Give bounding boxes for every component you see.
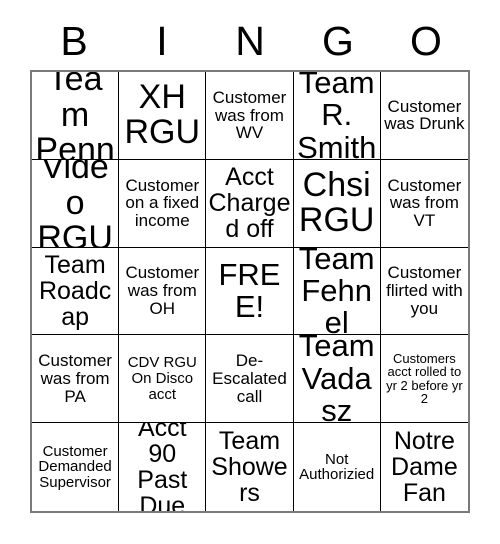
bingo-cell-label: Customer on a fixed income — [125, 175, 200, 231]
bingo-cell-label: Acct 90 Past Due — [137, 423, 188, 511]
bingo-cell[interactable]: Customers acct rolled to yr 2 before yr … — [380, 335, 468, 424]
header-letter-b: B — [60, 17, 88, 64]
bingo-cell[interactable]: Team Vadasz — [293, 335, 381, 424]
bingo-header: B I N G O — [30, 12, 470, 70]
bingo-cell[interactable]: CDV RGU On Disco acct — [119, 335, 207, 424]
bingo-cell-label: Team Showers — [211, 427, 288, 508]
bingo-cell[interactable]: Customer was from WV — [206, 72, 294, 160]
bingo-cell[interactable]: Acct Charged off — [206, 159, 294, 248]
bingo-cell[interactable]: Customer was from VT — [380, 159, 468, 248]
bingo-cell-label: Customer was from WV — [212, 87, 287, 143]
bingo-cell-label: Customer flirted with you — [386, 263, 463, 318]
bingo-cell-label: Team Penn — [35, 72, 115, 160]
bingo-grid: Team Penn XH RGU Customer was from WV Te… — [30, 70, 470, 513]
bingo-cell[interactable]: Chsi RGU — [293, 159, 381, 248]
bingo-cell[interactable]: Team Roadcap — [32, 247, 120, 336]
header-letter-g: G — [322, 17, 354, 64]
bingo-cell[interactable]: Customer was Drunk — [380, 72, 468, 160]
bingo-cell[interactable]: Team Penn — [32, 72, 120, 160]
bingo-cell-label: Customer Demanded Supervisor — [38, 442, 112, 491]
bingo-cell[interactable]: Customer was from PA — [32, 335, 120, 424]
bingo-cell[interactable]: XH RGU — [119, 72, 207, 160]
bingo-free-label: FREE! — [218, 256, 281, 324]
bingo-cell-label: Customer was Drunk — [384, 96, 465, 134]
bingo-cell-label: Notre Dame Fan — [391, 427, 458, 508]
bingo-cell[interactable]: Acct 90 Past Due — [119, 423, 207, 511]
bingo-cell[interactable]: Customer was from OH — [119, 247, 207, 336]
bingo-cell-label: Customer was from PA — [38, 351, 112, 406]
bingo-cell[interactable]: Team R. Smith — [293, 72, 381, 160]
bingo-cell[interactable]: De-Escalated call — [206, 335, 294, 424]
bingo-cell-label: Customer was from OH — [125, 263, 200, 318]
bingo-cell[interactable]: Notre Dame Fan — [380, 423, 468, 511]
bingo-cell-label: Team R. Smith — [297, 72, 377, 160]
bingo-cell[interactable]: Team Fehnel — [293, 247, 381, 336]
bingo-cell-label: Team Fehnel — [298, 247, 375, 336]
bingo-cell-label: Acct Charged off — [208, 163, 291, 244]
bingo-cell-label: CDV RGU On Disco acct — [127, 354, 197, 403]
bingo-cell-label: De-Escalated call — [212, 351, 287, 406]
bingo-cell[interactable]: Customer on a fixed income — [119, 159, 207, 248]
bingo-cell-label: Chsi RGU — [298, 165, 375, 240]
bingo-cell-label: Video RGU — [37, 159, 113, 248]
bingo-cell-label: Not Authorizied — [299, 450, 375, 484]
bingo-cell-label: XH RGU — [124, 78, 201, 152]
bingo-cell-label: Customers acct rolled to yr 2 before yr … — [386, 350, 463, 407]
bingo-cell-label: Team Roadcap — [38, 250, 112, 331]
header-letter-n: N — [235, 17, 265, 64]
bingo-cell[interactable]: Not Authorizied — [293, 423, 381, 511]
header-letter-i: I — [156, 17, 168, 64]
bingo-cell-label: Customer was from VT — [387, 175, 462, 231]
bingo-cell[interactable]: Customer Demanded Supervisor — [32, 423, 120, 511]
bingo-cell[interactable]: Team Showers — [206, 423, 294, 511]
header-letter-o: O — [410, 17, 442, 64]
bingo-cell-label: Team Vadasz — [298, 335, 375, 424]
bingo-cell[interactable]: Video RGU — [32, 159, 120, 248]
bingo-card: B I N G O Team Penn XH RGU Customer was … — [0, 0, 500, 544]
bingo-cell[interactable]: Customer flirted with you — [380, 247, 468, 336]
bingo-free-cell[interactable]: FREE! — [206, 247, 294, 336]
